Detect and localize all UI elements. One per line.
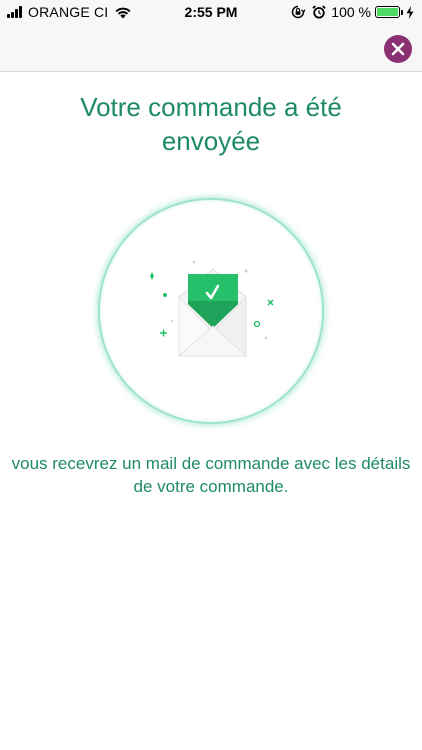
charging-icon [406, 5, 414, 19]
battery-fill [377, 8, 398, 16]
status-right: 100 % [291, 4, 414, 20]
close-icon [391, 42, 405, 56]
confirmation-message: vous recevrez un mail de commande avec l… [11, 454, 411, 496]
status-bar: ORANGE CI 2:55 PM 100 % [0, 0, 422, 24]
close-button[interactable] [384, 35, 412, 63]
alarm-icon [312, 5, 326, 19]
confirmation-title: Votre commande a été envoyée [80, 92, 342, 156]
orientation-lock-icon [292, 5, 306, 19]
header-bar [0, 24, 422, 72]
illustration-circle [98, 198, 324, 424]
envelope-check-icon [150, 260, 274, 357]
battery-icon [375, 6, 403, 18]
battery-percent: 100 % [331, 4, 371, 20]
